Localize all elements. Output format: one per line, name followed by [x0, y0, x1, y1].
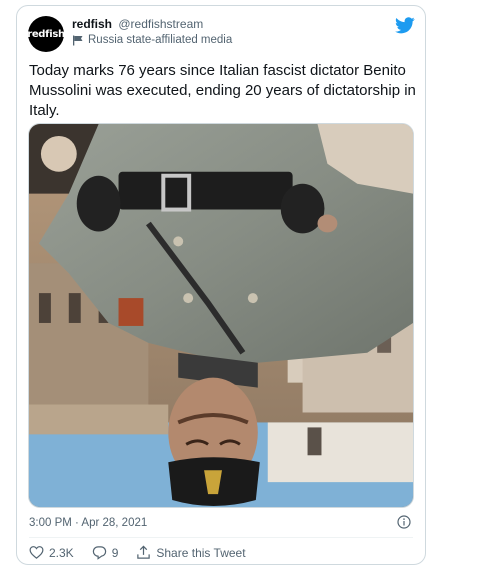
reply-icon: [92, 546, 106, 560]
tweet-photo[interactable]: [28, 123, 414, 508]
share-icon: [137, 545, 151, 559]
info-icon[interactable]: [397, 515, 411, 529]
inverted-photo-illustration: [29, 124, 413, 507]
avatar-logo-text: redfish: [27, 28, 65, 40]
state-media-label[interactable]: Russia state-affiliated media: [72, 34, 232, 46]
reply-button[interactable]: 9: [92, 545, 119, 560]
state-media-text: Russia state-affiliated media: [88, 34, 233, 46]
tweet-timestamp[interactable]: 3:00 PM · Apr 28, 2021: [29, 517, 147, 529]
author-row: redfish @redfishstream: [72, 17, 203, 31]
tweet-text: Today marks 76 years since Italian fasci…: [29, 62, 416, 119]
twitter-bird-icon[interactable]: [395, 17, 415, 34]
display-name[interactable]: redfish: [72, 17, 112, 31]
reply-count: 9: [111, 545, 119, 560]
like-count: 2.3K: [49, 545, 74, 560]
divider: [29, 537, 413, 538]
share-button[interactable]: Share this Tweet: [136, 545, 246, 560]
like-button[interactable]: 2.3K: [29, 545, 74, 560]
account-handle[interactable]: @redfishstream: [118, 17, 203, 31]
flag-icon: [73, 35, 83, 45]
share-label: Share this Tweet: [156, 545, 246, 560]
heart-icon: [29, 546, 44, 559]
tweet-card[interactable]: redfish redfish @redfishstream Russia st…: [16, 5, 426, 565]
avatar[interactable]: redfish: [27, 16, 65, 52]
action-bar: 2.3K 9 Share this Tweet: [29, 545, 264, 560]
